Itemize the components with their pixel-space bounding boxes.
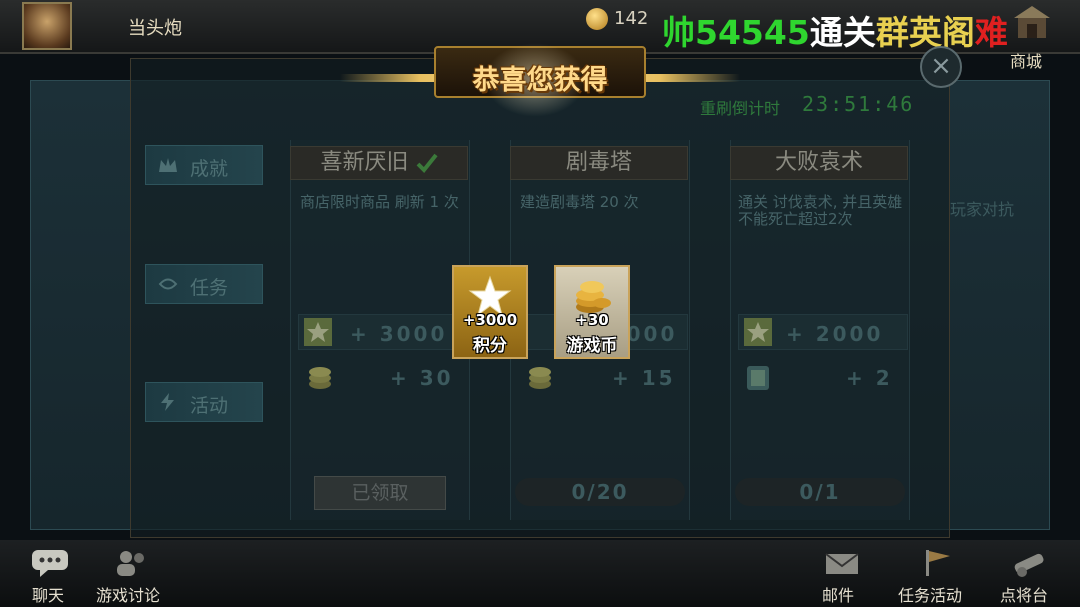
popup-title: 恭喜您获得 <box>472 65 608 96</box>
reward-amount: +30 <box>575 311 609 329</box>
reward-amount: +3000 <box>462 311 518 329</box>
close-button[interactable]: × <box>920 46 962 88</box>
reward-item: +30 游戏币 <box>554 265 630 359</box>
reward-item: +3000 积分 <box>452 265 528 359</box>
reward-name: 游戏币 <box>566 336 618 356</box>
close-icon: × <box>930 51 952 81</box>
reward-name: 积分 <box>473 336 507 356</box>
